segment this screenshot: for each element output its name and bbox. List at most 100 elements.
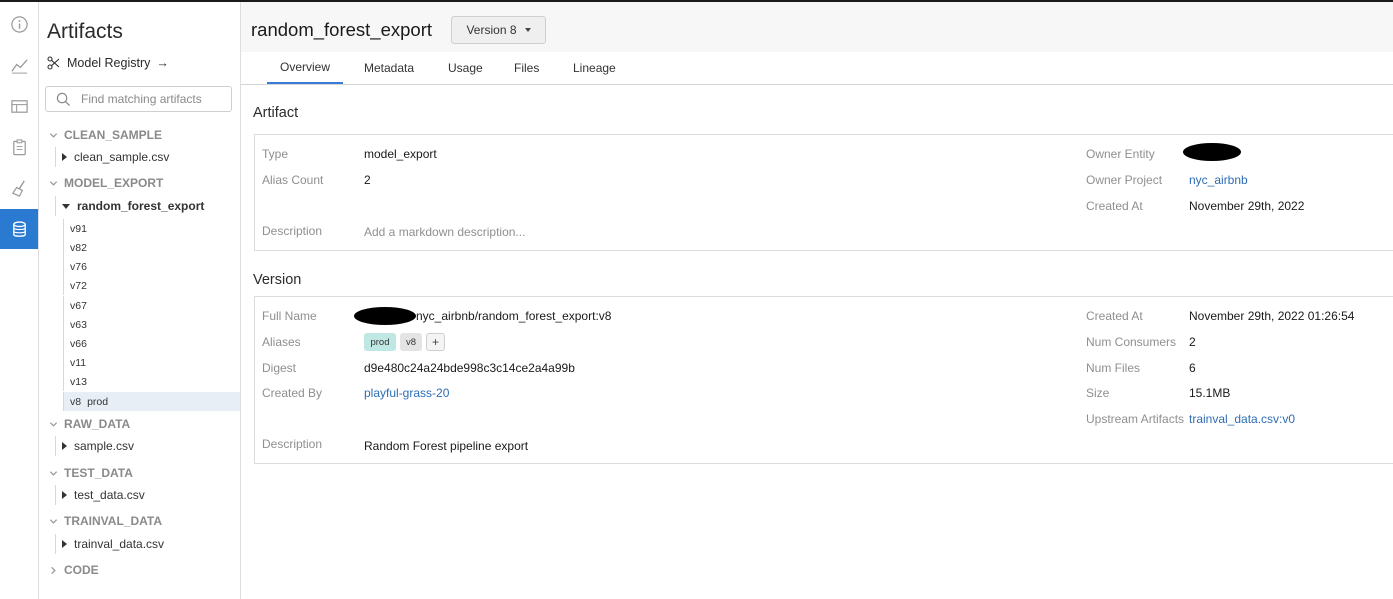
version-description-label: Description (262, 437, 323, 451)
artifact-search[interactable] (45, 86, 232, 112)
version-label: v67 (70, 299, 87, 312)
tab-usage[interactable]: Usage (448, 52, 483, 84)
version-label: v66 (70, 337, 87, 350)
version-item[interactable]: v13 (63, 372, 240, 391)
version-label: v8 (70, 395, 82, 408)
group-model-export[interactable]: MODEL_EXPORT (49, 174, 163, 192)
version-label: v13 (70, 375, 87, 388)
group-raw-data[interactable]: RAW_DATA (49, 415, 130, 433)
version-alias-label: prod (87, 395, 109, 408)
version-label: v82 (70, 241, 87, 254)
created-at-label: Created At (1086, 199, 1143, 213)
redacted-owner-entity (1183, 143, 1241, 161)
arrow-right-icon: → (156, 56, 169, 70)
owner-entity-label: Owner Entity (1086, 147, 1155, 161)
artifact-label: sample.csv (74, 439, 135, 453)
artifact-label: trainval_data.csv (74, 537, 165, 551)
info-icon[interactable] (0, 4, 38, 44)
table-icon[interactable] (0, 86, 38, 126)
tab-overview[interactable]: Overview (267, 52, 343, 84)
chevron-down-icon (49, 518, 58, 524)
caret-down-icon (524, 28, 531, 32)
broom-icon[interactable] (0, 168, 38, 208)
artifact-sample-csv[interactable]: sample.csv (55, 436, 134, 456)
sidebar-title: Artifacts (47, 20, 123, 43)
model-registry-icon (47, 56, 60, 70)
caret-right-icon (62, 153, 67, 161)
version-item[interactable]: v91 (63, 219, 240, 238)
version-dropdown-label: Version 8 (466, 23, 517, 37)
group-label: TRAINVAL_DATA (64, 514, 162, 528)
alias-tag-prod[interactable]: prod (364, 333, 396, 351)
version-item[interactable]: v11 (63, 353, 240, 372)
version-section-title: Version (253, 272, 302, 288)
group-label: MODEL_EXPORT (64, 176, 164, 190)
upstream-artifact-link[interactable]: trainval_data.csv:v0 (1189, 412, 1295, 426)
clipboard-icon[interactable] (0, 127, 38, 167)
version-item[interactable]: v67 (63, 296, 240, 315)
model-registry-link[interactable]: Model Registry → (47, 54, 169, 72)
group-trainval-data[interactable]: TRAINVAL_DATA (49, 512, 162, 530)
artifact-test-data-csv[interactable]: test_data.csv (55, 485, 145, 505)
add-alias-button[interactable]: + (426, 333, 445, 351)
database-icon[interactable] (0, 209, 38, 249)
chevron-right-icon (51, 566, 56, 574)
group-label: RAW_DATA (64, 417, 131, 431)
created-by-link[interactable]: playful-grass-20 (364, 386, 449, 400)
size-value: 15.1MB (1189, 386, 1231, 400)
chevron-down-icon (49, 132, 58, 138)
search-icon (56, 92, 71, 106)
tab-files[interactable]: Files (514, 52, 539, 84)
group-clean-sample[interactable]: CLEAN_SAMPLE (49, 126, 162, 144)
artifact-random-forest-export[interactable]: random_forest_export (55, 196, 204, 216)
upstream-artifacts-label: Upstream Artifacts (1086, 412, 1185, 426)
version-item[interactable]: v72 (63, 276, 240, 295)
artifact-section-title: Artifact (253, 105, 299, 121)
caret-right-icon (62, 442, 67, 450)
artifact-label: test_data.csv (74, 488, 145, 502)
version-item[interactable]: v82 (63, 238, 240, 257)
size-label: Size (1086, 386, 1110, 400)
version-label: v63 (70, 318, 87, 331)
version-item[interactable]: v76 (63, 257, 240, 276)
tab-metadata[interactable]: Metadata (364, 52, 414, 84)
line-chart-icon[interactable] (0, 45, 38, 85)
tab-bar: Overview Metadata Usage Files Lineage (241, 52, 1393, 85)
version-description-value: Random Forest pipeline export (364, 439, 529, 453)
version-item-selected[interactable]: v8 prod (63, 392, 240, 411)
group-label: CLEAN_SAMPLE (64, 128, 163, 142)
version-item[interactable]: v66 (63, 334, 240, 353)
model-registry-label: Model Registry (67, 56, 151, 70)
version-created-at-label: Created At (1086, 309, 1143, 323)
search-input[interactable] (79, 91, 228, 107)
type-value: model_export (364, 147, 437, 161)
digest-label: Digest (262, 361, 297, 375)
caret-right-icon (62, 540, 67, 548)
artifact-clean-sample-csv[interactable]: clean_sample.csv (55, 147, 169, 167)
group-test-data[interactable]: TEST_DATA (49, 464, 133, 482)
version-label: v72 (70, 279, 87, 292)
version-card: Full Name nyc_airbnb/random_forest_expor… (254, 296, 1393, 464)
artifact-trainval-data-csv[interactable]: trainval_data.csv (55, 534, 164, 554)
num-consumers-value: 2 (1189, 335, 1196, 349)
version-dropdown[interactable]: Version 8 (451, 16, 546, 44)
version-label: v11 (70, 356, 87, 369)
version-item[interactable]: v63 (63, 315, 240, 334)
redacted-entity-name (354, 307, 416, 325)
tab-lineage[interactable]: Lineage (573, 52, 616, 84)
num-consumers-label: Num Consumers (1086, 335, 1177, 349)
full-name-label: Full Name (262, 309, 317, 323)
group-label: TEST_DATA (64, 466, 133, 480)
description-input[interactable]: Add a markdown description... (364, 225, 525, 239)
digest-value: d9e480c24a24bde998c3c14ce2a4a99b (364, 361, 575, 375)
artifacts-sidebar: Artifacts Model Registry → CLEAN_SAMPLE … (39, 2, 241, 599)
num-files-value: 6 (1189, 361, 1196, 375)
icon-rail (0, 2, 39, 599)
alias-tags: prod v8 + (364, 333, 464, 351)
full-name-value: nyc_airbnb/random_forest_export:v8 (416, 309, 612, 323)
group-code[interactable]: CODE (49, 561, 99, 579)
version-label: v76 (70, 260, 87, 273)
owner-project-label: Owner Project (1086, 173, 1163, 187)
alias-tag-v8[interactable]: v8 (400, 333, 422, 351)
owner-project-link[interactable]: nyc_airbnb (1189, 173, 1248, 187)
